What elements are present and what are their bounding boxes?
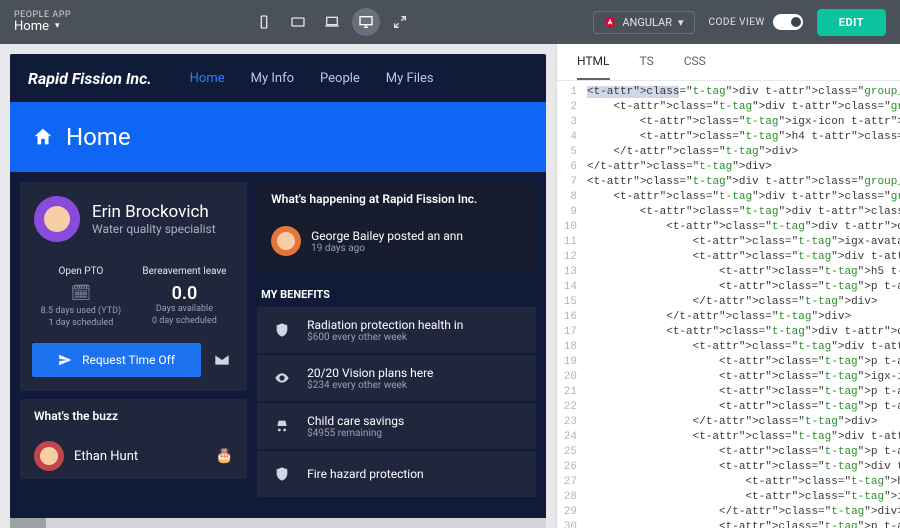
tab-css[interactable]: CSS [684, 54, 706, 80]
stroller-icon [269, 413, 295, 439]
codeview-toggle[interactable]: CODE VIEW [709, 14, 803, 30]
app-navbar: Rapid Fission Inc. Home My Info People M… [10, 54, 546, 102]
viewport-desktop-icon[interactable] [352, 8, 380, 36]
chevron-down-icon: ▾ [55, 22, 60, 31]
code-editor[interactable]: 1234567891011121314151617181920212223242… [557, 81, 900, 528]
viewport-phone-icon[interactable] [250, 8, 278, 36]
page-title: Home [66, 123, 131, 151]
benefits-header: MY BENEFITS [257, 278, 536, 307]
calendar-icon: 🗓 [41, 283, 122, 302]
nav-links: Home My Info People My Files [190, 71, 434, 86]
code-tabs: HTML TS CSS [557, 44, 900, 81]
eye-icon [269, 365, 295, 391]
tab-ts[interactable]: TS [640, 54, 654, 80]
code-content: <t-attr">class="t-tag">div t-attr">class… [583, 81, 900, 528]
profile-card: Erin Brockovich Water quality specialist… [20, 182, 247, 391]
brand: Rapid Fission Inc. [28, 69, 152, 88]
edit-button[interactable]: EDIT [817, 9, 886, 36]
preview-pane: Rapid Fission Inc. Home My Info People M… [0, 44, 556, 528]
happening-item[interactable]: George Bailey posted an ann 19 days ago [257, 216, 536, 270]
home-icon [32, 126, 54, 148]
stat-pto: Open PTO 🗓 8.5 days used (YTD) 1 day sch… [41, 266, 122, 329]
nav-myfiles[interactable]: My Files [386, 71, 434, 86]
nav-myinfo[interactable]: My Info [251, 71, 294, 86]
toggle-switch[interactable] [773, 14, 803, 30]
horizontal-scrollbar[interactable] [10, 518, 546, 528]
shield-icon [269, 461, 295, 487]
buzz-card: What's the buzz Ethan Hunt 🎂 [20, 399, 247, 479]
happening-card: What's happening at Rapid Fission Inc. G… [257, 182, 536, 270]
benefit-item[interactable]: Child care savings$4955 remaining [257, 403, 536, 449]
avatar [271, 226, 301, 256]
request-time-off-button[interactable]: Request Time Off [32, 343, 201, 377]
viewport-tablet-landscape-icon[interactable] [284, 8, 312, 36]
tab-html[interactable]: HTML [577, 54, 610, 80]
preview-app: Rapid Fission Inc. Home My Info People M… [10, 54, 546, 528]
buzz-header: What's the buzz [20, 399, 247, 433]
mail-icon[interactable] [209, 347, 235, 373]
benefit-item[interactable]: 20/20 Vision plans here$234 every other … [257, 355, 536, 401]
viewport-laptop-icon[interactable] [318, 8, 346, 36]
expand-icon[interactable] [386, 8, 414, 36]
stat-bereavement: Bereavement leave 0.0 Days available 0 d… [142, 266, 226, 329]
hero-banner: Home [10, 102, 546, 172]
nav-home[interactable]: Home [190, 71, 225, 86]
send-icon [58, 353, 72, 367]
buzz-item[interactable]: Ethan Hunt 🎂 [20, 433, 247, 479]
benefits-section: MY BENEFITS Radiation protection health … [257, 278, 536, 499]
nav-people[interactable]: People [320, 71, 360, 86]
framework-select[interactable]: ANGULAR ▾ [593, 11, 694, 34]
user-role: Water quality specialist [92, 222, 216, 236]
avatar [34, 441, 64, 471]
chevron-down-icon: ▾ [678, 16, 684, 29]
benefit-item[interactable]: Radiation protection health in$600 every… [257, 307, 536, 353]
benefit-item[interactable]: Fire hazard protection [257, 451, 536, 497]
toolbar-right: ANGULAR ▾ CODE VIEW EDIT [593, 9, 886, 36]
viewport-switcher [83, 8, 581, 36]
cake-icon: 🎂 [216, 448, 233, 464]
app-toolbar: PEOPLE APP Home▾ ANGULAR ▾ CODE VIEW EDI… [0, 0, 900, 44]
avatar [34, 196, 80, 242]
angular-icon [604, 16, 616, 28]
shield-icon [269, 317, 295, 343]
line-gutter: 1234567891011121314151617181920212223242… [557, 81, 583, 528]
breadcrumb[interactable]: PEOPLE APP Home▾ [14, 11, 71, 33]
view-name[interactable]: Home▾ [14, 20, 71, 33]
happening-header: What's happening at Rapid Fission Inc. [257, 182, 536, 216]
user-name: Erin Brockovich [92, 202, 216, 222]
code-pane: HTML TS CSS 1234567891011121314151617181… [556, 44, 900, 528]
